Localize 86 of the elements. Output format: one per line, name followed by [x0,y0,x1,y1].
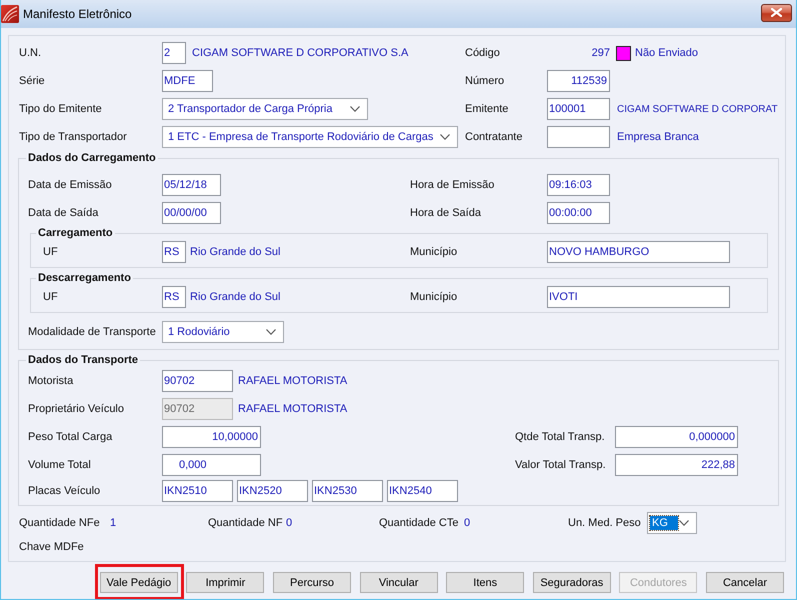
issuer-type-dropdown[interactable]: 2 Transportador de Carga Própria [162,98,368,120]
status-text: Não Enviado [635,47,698,59]
cargo-weight-field[interactable]: 10,00000 [162,426,261,448]
logo-icon [1,5,19,23]
field-label: Motorista [28,375,74,387]
state-field[interactable]: RS [162,241,186,263]
company-name-text: CIGAM SOFTWARE D CORPORATIVO S.A [192,47,408,59]
field-label: Quantidade NF [208,517,283,529]
field-label: Volume Total [28,459,91,471]
municipality-field[interactable]: NOVO HAMBURGO [547,241,730,263]
field-label: Emitente [465,103,508,115]
municipality-field[interactable]: IVOTI [547,286,730,308]
plate-field[interactable]: IKN2520 [237,480,308,502]
field-label: Código [465,47,500,59]
count-value: 0 [464,517,470,529]
toll-voucher-button[interactable]: Vale Pedágio [100,572,178,593]
section-title: Carregamento [37,226,114,240]
field-label: UF [43,291,58,303]
section-title: Dados do Transporte [27,353,140,367]
chevron-down-icon [679,520,689,526]
owner-name-text: RAFAEL MOTORISTA [238,403,348,415]
count-value: 0 [286,517,292,529]
weight-unit-dropdown[interactable]: KG [647,512,697,534]
carrier-type-dropdown[interactable]: 1 ETC - Empresa de Transporte Rodoviário de Cargas [162,126,458,148]
driver-field[interactable]: 90702 [162,370,233,392]
contractor-field[interactable] [547,126,610,148]
section-title: Descarregamento [37,271,132,285]
field-label: Placas Veículo [28,485,100,497]
number-field[interactable]: 112539 [547,70,610,92]
close-button[interactable] [761,4,792,22]
field-label: Hora de Saída [410,207,481,219]
issuer-field[interactable]: 100001 [547,98,610,120]
transport-quantity-field[interactable]: 0,000000 [615,426,738,448]
chevron-down-icon [266,329,276,335]
field-label: Proprietário Veículo [28,403,124,415]
field-label: Qtde Total Transp. [515,431,605,443]
volume-field[interactable]: 0,000 [162,454,261,476]
state-name-text: Rio Grande do Sul [190,291,280,303]
series-field[interactable]: MDFE [162,70,213,92]
chevron-down-icon [350,106,360,112]
field-label: Número [465,75,504,87]
transport-mode-dropdown[interactable]: 1 Rodoviário [162,321,284,343]
field-label: Município [410,291,458,303]
issuer-name-text: CIGAM SOFTWARE D CORPORAT [617,104,778,114]
route-button[interactable]: Percurso [273,572,352,593]
field-label: Data de Emissão [28,179,112,191]
unit-field[interactable]: 2 [162,42,186,64]
field-label: Contratante [465,131,522,143]
departure-date-field[interactable]: 00/00/00 [162,202,221,224]
items-button[interactable]: Itens [446,572,524,593]
count-value: 1 [110,517,116,529]
field-label: UF [43,246,58,258]
section-title: Dados do Carregamento [27,151,157,165]
insurers-button[interactable]: Seguradoras [532,572,611,593]
field-label: Município [410,246,458,258]
contractor-name-text: Empresa Branca [617,131,699,143]
driver-name-text: RAFAEL MOTORISTA [238,375,348,387]
chevron-down-icon [440,134,450,140]
field-label: Tipo de Transportador [19,131,127,143]
window-title: Manifesto Eletrônico [23,7,132,21]
field-label: Data de Saída [28,207,98,219]
field-label: Un. Med. Peso [568,517,641,529]
field-label: Quantidade NFe [19,517,100,529]
code-value: 297 [590,47,610,59]
attach-button[interactable]: Vincular [360,572,438,593]
departure-time-field[interactable]: 00:00:00 [547,202,610,224]
field-label: Quantidade CTe [379,517,458,529]
field-label: Tipo do Emitente [19,103,102,115]
issue-time-field[interactable]: 09:16:03 [547,174,610,196]
plate-field[interactable]: IKN2510 [162,480,233,502]
plate-field[interactable]: IKN2530 [312,480,383,502]
issue-date-field[interactable]: 05/12/18 [162,174,221,196]
close-icon [771,8,782,17]
field-label: U.N. [19,47,41,59]
state-name-text: Rio Grande do Sul [190,246,280,258]
cancel-button[interactable]: Cancelar [706,572,784,593]
field-label: Série [19,75,45,87]
plate-field[interactable]: IKN2540 [387,480,458,502]
field-label: Hora de Emissão [410,179,494,191]
field-label: Peso Total Carga [28,431,112,443]
state-field[interactable]: RS [162,286,186,308]
field-label: Chave MDFe [19,541,84,553]
field-label: Modalidade de Transporte [28,326,156,338]
print-button[interactable]: Imprimir [186,572,264,593]
field-label: Valor Total Transp. [515,459,606,471]
transport-value-field[interactable]: 222,88 [615,454,738,476]
